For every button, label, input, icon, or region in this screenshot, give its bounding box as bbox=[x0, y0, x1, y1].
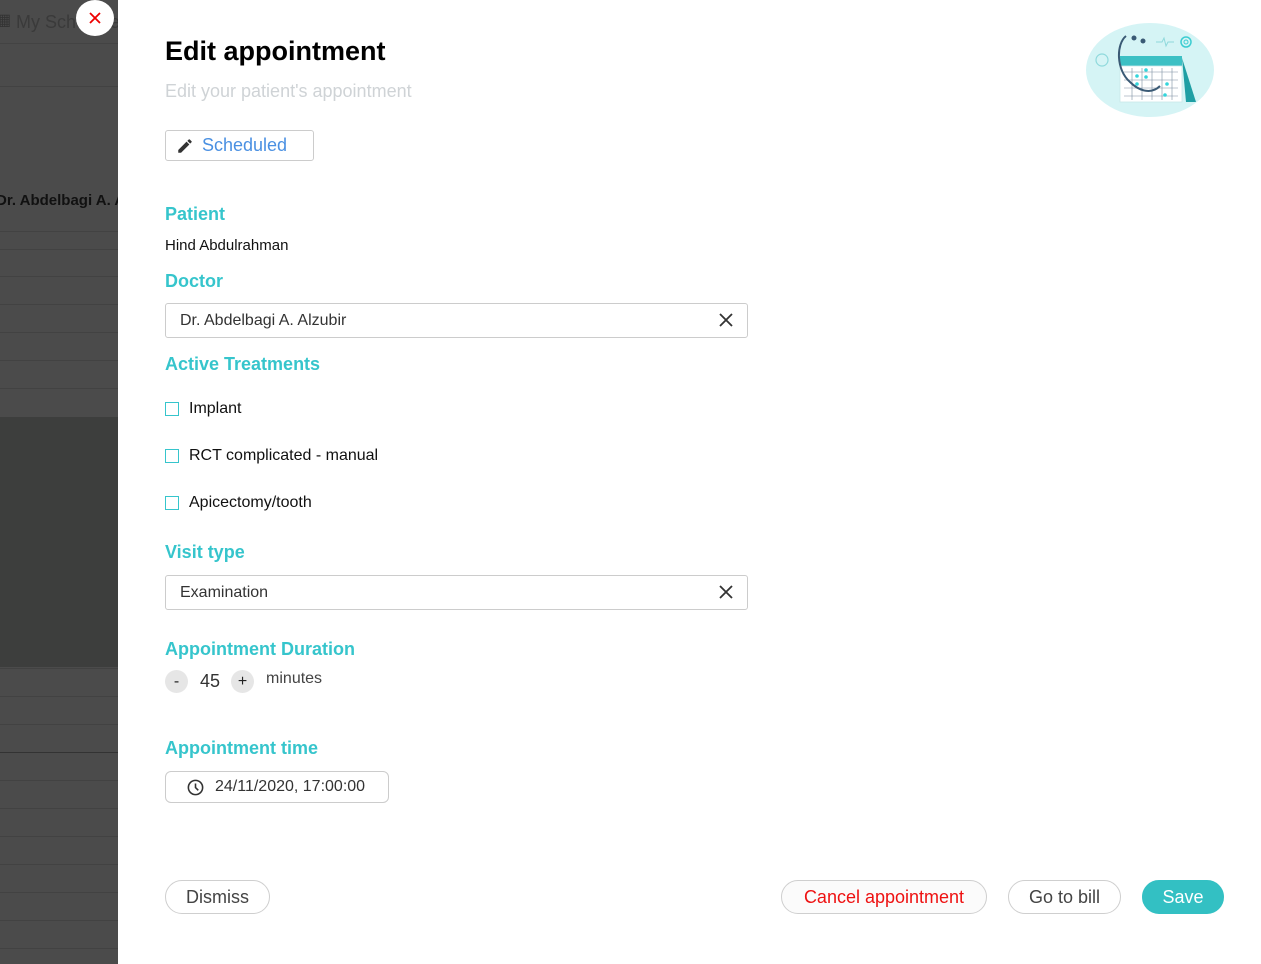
duration-label: Appointment Duration bbox=[165, 639, 355, 659]
backdrop-divider bbox=[0, 86, 118, 87]
backdrop-divider bbox=[0, 724, 118, 725]
decrement-duration-button[interactable]: - bbox=[165, 670, 188, 693]
edit-appointment-drawer: Edit appointment Edit your patient's app… bbox=[118, 0, 1261, 964]
pencil-icon bbox=[178, 138, 192, 153]
duration-value: 45 bbox=[200, 671, 221, 691]
doctor-select-value: Dr. Abdelbagi A. Alzubir bbox=[180, 311, 347, 329]
backdrop-divider bbox=[0, 696, 118, 697]
visit-type-label: Visit type bbox=[165, 542, 245, 562]
backdrop-divider bbox=[0, 780, 118, 781]
increment-duration-button[interactable]: + bbox=[231, 670, 255, 693]
treatment-label: RCT complicated - manual bbox=[189, 447, 379, 464]
status-button[interactable]: Scheduled bbox=[165, 130, 314, 161]
doctor-select[interactable]: Dr. Abdelbagi A. Alzubir bbox=[165, 303, 748, 338]
duration-unit: minutes bbox=[266, 669, 323, 687]
backdrop-divider bbox=[0, 892, 118, 893]
clear-doctor-icon[interactable] bbox=[717, 311, 735, 329]
backdrop-divider bbox=[0, 836, 118, 837]
visit-type-select[interactable]: Examination bbox=[165, 575, 748, 610]
clock-icon bbox=[187, 779, 204, 795]
treatment-checkbox-rct[interactable]: RCT complicated - manual bbox=[165, 447, 378, 465]
backdrop-divider bbox=[0, 948, 118, 949]
patient-label: Patient bbox=[165, 204, 226, 224]
clear-visit-type-icon[interactable] bbox=[717, 583, 735, 601]
backdrop-divider bbox=[0, 360, 118, 361]
backdrop-divider bbox=[0, 668, 118, 669]
doctor-label: Doctor bbox=[165, 271, 223, 291]
backdrop-doctor-column: Dr. Abdelbagi A. Alzubir bbox=[0, 192, 118, 209]
treatment-label: Apicectomy/tooth bbox=[189, 494, 312, 511]
backdrop-divider bbox=[0, 231, 118, 232]
close-icon bbox=[89, 12, 101, 24]
backdrop-appointment-block bbox=[0, 417, 118, 667]
backdrop-divider bbox=[0, 752, 118, 753]
backdrop-divider bbox=[0, 332, 118, 333]
backdrop-divider bbox=[0, 304, 118, 305]
backdrop-divider bbox=[0, 276, 118, 277]
treatment-checkbox-apicectomy[interactable]: Apicectomy/tooth bbox=[165, 494, 312, 512]
page-subtitle: Edit your patient's appointment bbox=[165, 81, 412, 101]
checkbox[interactable] bbox=[165, 402, 179, 416]
dismiss-button[interactable]: Dismiss bbox=[165, 880, 270, 914]
cancel-appointment-button[interactable]: Cancel appointment bbox=[781, 880, 987, 914]
duration-stepper: - 45 + minutes bbox=[165, 670, 322, 693]
calendar-stethoscope-illustration bbox=[1086, 23, 1214, 117]
treatment-label: Implant bbox=[189, 400, 242, 417]
close-drawer-button[interactable] bbox=[76, 0, 114, 36]
save-button[interactable]: Save bbox=[1142, 880, 1224, 914]
page-title: Edit appointment bbox=[165, 36, 386, 66]
appointment-time-picker[interactable]: 24/11/2020, 17:00:00 bbox=[165, 771, 389, 803]
page-backdrop: ▦ My Schedule Dr. Abdelbagi A. Alzubir bbox=[0, 0, 118, 964]
backdrop-divider bbox=[0, 249, 118, 250]
calendar-icon: ▦ bbox=[0, 12, 12, 29]
checkbox[interactable] bbox=[165, 449, 179, 463]
backdrop-divider bbox=[0, 808, 118, 809]
checkbox[interactable] bbox=[165, 496, 179, 510]
status-label: Scheduled bbox=[202, 135, 288, 155]
backdrop-divider bbox=[0, 864, 118, 865]
backdrop-divider bbox=[0, 388, 118, 389]
patient-name: Hind Abdulrahman bbox=[165, 237, 289, 254]
backdrop-divider bbox=[0, 920, 118, 921]
appointment-time-label: Appointment time bbox=[165, 738, 318, 758]
treatment-checkbox-implant[interactable]: Implant bbox=[165, 400, 241, 418]
active-treatments-label: Active Treatments bbox=[165, 354, 321, 374]
appointment-time-value: 24/11/2020, 17:00:00 bbox=[215, 778, 366, 795]
go-to-bill-button[interactable]: Go to bill bbox=[1008, 880, 1121, 914]
visit-type-value: Examination bbox=[180, 583, 269, 601]
